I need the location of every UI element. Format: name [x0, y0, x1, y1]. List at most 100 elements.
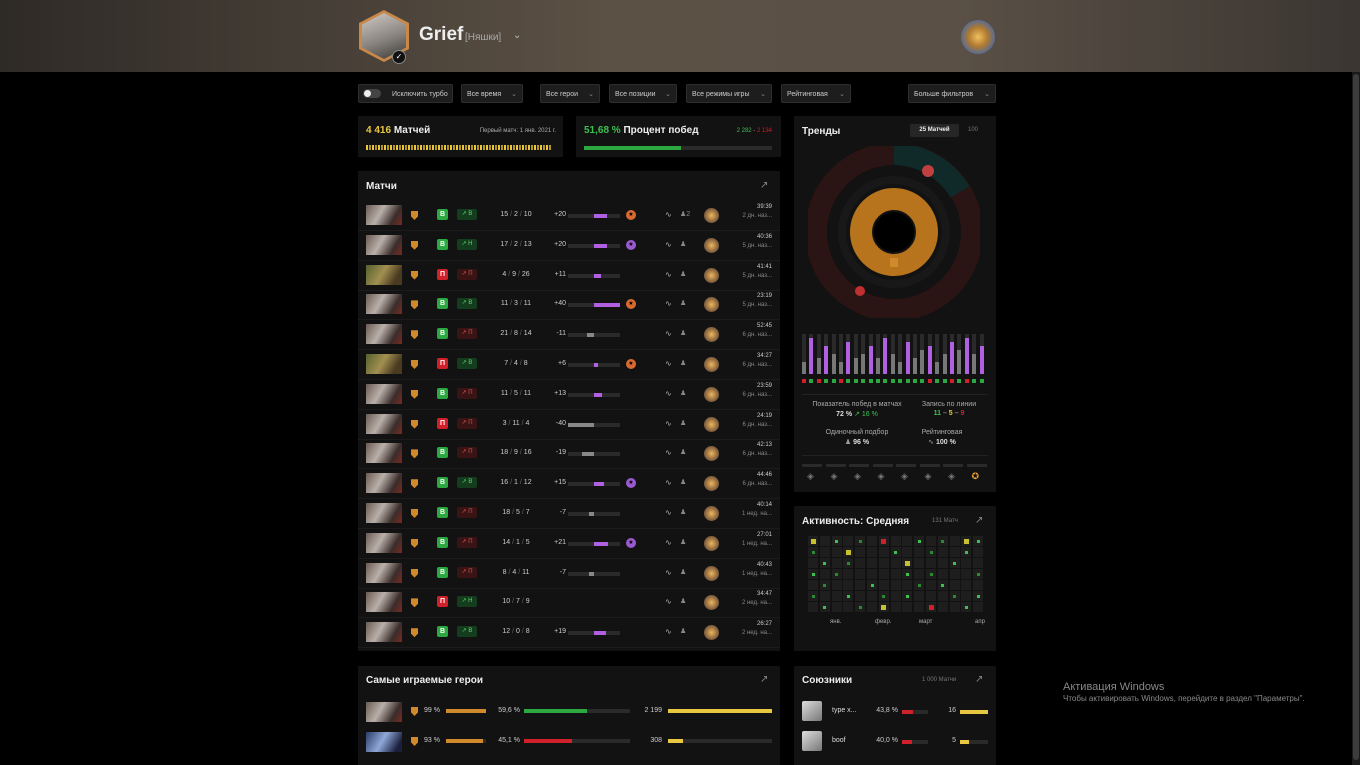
impact-value: +15 — [554, 479, 566, 487]
winrate-summary-card[interactable]: 51,68 % Процент побед 2 282 - 2 134 — [576, 116, 781, 157]
role-shield-icon — [411, 211, 418, 220]
game-modes-filter[interactable]: Все режимы игры ⌄ — [686, 84, 772, 103]
activity-cell — [878, 602, 889, 612]
kda: 3 / 11 / 4 — [494, 420, 538, 427]
kda: 7 / 4 / 8 — [494, 360, 538, 367]
hero-portrait[interactable] — [366, 205, 402, 225]
positions-filter-label: Все позиции — [615, 91, 656, 98]
hero-portrait[interactable] — [366, 473, 402, 494]
heroes-filter[interactable]: Все герои ⌄ — [540, 84, 600, 103]
trend-bar — [898, 362, 903, 374]
ally-winrate-bar — [902, 740, 928, 744]
more-filters-button[interactable]: Больше фильтров ⌄ — [908, 84, 996, 103]
activity-cell — [855, 580, 866, 590]
lane-outcome-badge: ↗ П — [457, 566, 477, 578]
activity-cell — [855, 569, 866, 579]
hero-portrait[interactable] — [366, 732, 402, 752]
match-row[interactable]: В ↗ В 11 / 3 / 11 +40 ★ ∿ ♟ 23:19 5 дн. наз... — [358, 290, 780, 321]
lane-outcome-label: П — [468, 538, 473, 545]
hero-portrait[interactable] — [366, 264, 402, 285]
chevron-down-icon[interactable]: ⌄ — [513, 30, 521, 41]
match-row[interactable]: П ↗ П4 / 9 / 26 +11 ∿ ♟ 41:41 5 дн. наз... — [358, 261, 780, 291]
ally-row[interactable]: type x... 43,8 % 16 — [794, 698, 996, 728]
match-row[interactable]: В ↗ Н 17 / 2 / 13 +20 ★ ∿ ♟ 40:36 5 дн. наз... — [358, 231, 780, 261]
hero-portrait[interactable] — [366, 592, 402, 613]
hero-portrait[interactable] — [366, 324, 402, 345]
match-row[interactable]: В ↗ В 12 / 0 / 8 +19 ∿ ♟ 26:27 2 нед. на... — [358, 618, 780, 649]
hero-row[interactable]: 99 % 59,6 % 2 199 — [358, 699, 780, 729]
matches-summary-card[interactable]: 4 416 Матчей Первый матч: 1 янв. 2021 г. — [358, 116, 563, 157]
match-row[interactable]: В ↗ П 18 / 9 / 16 -19 ∿ ♟ 42:13 6 дн. наз... — [358, 439, 780, 470]
hero-portrait[interactable] — [366, 562, 402, 583]
time-filter[interactable]: Все время ⌄ — [461, 84, 523, 103]
rank-history-bar — [825, 464, 846, 467]
expand-arrow-icon[interactable]: ↗ — [760, 674, 768, 685]
hero-portrait[interactable] — [366, 622, 402, 643]
activity-dot — [904, 560, 910, 566]
hero-portrait[interactable] — [366, 383, 402, 404]
team-tag[interactable]: [Няшки] — [465, 32, 501, 43]
month-label: апр — [975, 619, 985, 625]
hero-portrait[interactable] — [366, 443, 402, 464]
hero-portrait[interactable] — [366, 413, 402, 434]
ally-winrate: 43,8 % — [876, 707, 898, 714]
page-scrollbar[interactable] — [1352, 72, 1360, 765]
tick-mark — [435, 145, 437, 150]
rank-medal-icon — [704, 237, 719, 253]
ally-name[interactable]: boof — [832, 737, 846, 744]
hero-portrait[interactable] — [366, 702, 402, 722]
hero-portrait[interactable] — [366, 354, 402, 374]
tab-100-matches[interactable]: 100 — [962, 124, 984, 137]
match-row[interactable]: В ↗ П 21 / 8 / 14 -11 ∿ ♟ 52:45 6 дн. наз... — [358, 320, 780, 351]
lobby-filter[interactable]: Рейтинговая ⌄ — [781, 84, 851, 103]
match-row[interactable]: В ↗ В 15 / 2 / 10 +20 ★ ∿ ♟2 39:39 2 дн. наз... — [358, 201, 780, 231]
tick-mark — [522, 145, 524, 150]
tick-mark — [540, 145, 542, 150]
hero-portrait[interactable] — [366, 234, 402, 255]
ally-row[interactable]: boof 40,0 % 5 — [794, 728, 996, 758]
trend-bars — [802, 322, 988, 386]
rank-medal-icon — [704, 357, 719, 372]
tick-mark — [390, 145, 392, 150]
activity-cell — [843, 558, 854, 568]
trend-bar — [809, 338, 814, 374]
hero-portrait[interactable] — [366, 503, 402, 523]
hero-row[interactable]: 93 % 45,1 % 308 — [358, 729, 780, 759]
ranked-type-icon: ∿ — [665, 269, 672, 279]
match-row[interactable]: П ↗ Н 10 / 7 / 9 ∿ ♟ 34:47 2 нед. на... — [358, 588, 780, 619]
ally-avatar[interactable] — [802, 701, 822, 721]
match-row[interactable]: В ↗ П 14 / 1 / 5 +21 ★ ∿ ♟ 27:01 1 нед. на... — [358, 529, 780, 559]
ally-avatar[interactable] — [802, 731, 822, 751]
match-row[interactable]: В ↗ П 11 / 5 / 11 +13 ∿ ♟ 23:59 6 дн. наз... — [358, 380, 780, 410]
positions-filter[interactable]: Все позиции ⌄ — [609, 84, 677, 103]
ally-name[interactable]: type x... — [832, 707, 857, 714]
hero-portrait[interactable] — [366, 294, 402, 315]
ally-winrate: 40,0 % — [876, 737, 898, 744]
match-row[interactable]: П ↗ П3 / 11 / 4 -40 ∿ ♟ 24:19 6 дн. наз... — [358, 410, 780, 440]
rank-medal-icon[interactable] — [961, 20, 995, 54]
scrollbar-thumb[interactable] — [1353, 74, 1359, 760]
tick-mark — [429, 145, 431, 150]
winrate-stat-value: 72 % ↗ 16 % — [836, 411, 878, 418]
impact-bar — [568, 631, 620, 636]
trend-bar — [868, 346, 873, 374]
rank-medal-icon — [704, 476, 719, 492]
turbo-toggle[interactable] — [363, 89, 381, 98]
match-row[interactable]: В ↗ В 16 / 1 / 12 +15 ★ ∿ ♟ 44:46 6 дн. наз... — [358, 469, 780, 500]
lane-outcome-badge: ↗ П — [457, 507, 477, 518]
expand-arrow-icon[interactable]: ↗ — [760, 180, 768, 191]
expand-arrow-icon[interactable]: ↗ — [975, 674, 983, 685]
tab-25-matches[interactable]: 25 Матчей — [910, 124, 959, 137]
expand-arrow-icon[interactable]: ↗ — [975, 515, 983, 526]
activity-dot — [953, 561, 957, 565]
hero-portrait[interactable] — [366, 532, 402, 553]
player-name[interactable]: Grief — [419, 24, 463, 46]
lane-record-label: Запись по линии — [921, 401, 977, 408]
award-badge-icon: ★ — [626, 478, 636, 489]
match-row[interactable]: В ↗ П 8 / 4 / 11 -7 ∿ ♟ 40:43 1 нед. на... — [358, 559, 780, 589]
match-row[interactable]: П ↗ В 7 / 4 / 8 +6 ★ ∿ ♟ 34:27 6 дн. наз... — [358, 350, 780, 380]
match-row[interactable]: В ↗ П 18 / 5 / 7 -7 ∿ ♟ 40:14 1 нед. на... — [358, 499, 780, 529]
kda: 14 / 1 / 5 — [494, 539, 538, 546]
matches-label: Матчей — [393, 125, 431, 136]
role-shield-icon — [411, 449, 418, 459]
